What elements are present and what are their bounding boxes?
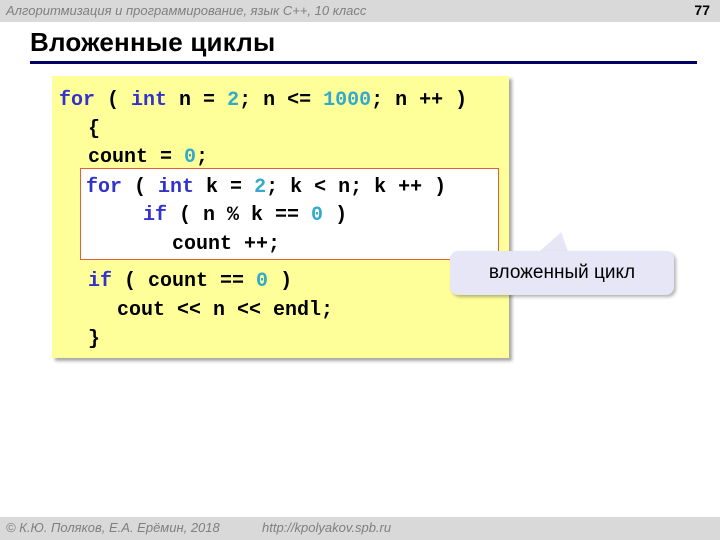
code-line-inner-for: for ( int k = 2; k < n; k ++ ) bbox=[86, 176, 446, 199]
code-text: ; bbox=[196, 146, 209, 169]
code-text: ; n ++ ) bbox=[371, 89, 468, 112]
code-text: count = bbox=[88, 146, 185, 169]
code-text: ( bbox=[95, 89, 132, 112]
code-line-cout: cout << n << endl; bbox=[117, 299, 334, 322]
site-url: http://kpolyakov.spb.ru bbox=[262, 520, 392, 535]
slide-title: Вложенные циклы bbox=[30, 27, 276, 57]
code-line-count-increment: count ++; bbox=[172, 233, 281, 256]
code-text: ; n <= bbox=[239, 89, 324, 112]
number-literal: 0 bbox=[256, 270, 269, 293]
course-title: Алгоритмизация и программирование, язык … bbox=[6, 3, 367, 18]
code-text: ( count == bbox=[112, 270, 257, 293]
keyword: for bbox=[86, 176, 123, 199]
code-line-open-brace: { bbox=[88, 118, 101, 141]
page-number: 77 bbox=[694, 2, 710, 18]
code-text: ) bbox=[323, 204, 348, 227]
keyword: int bbox=[158, 176, 195, 199]
keyword: if bbox=[143, 204, 168, 227]
number-literal: 0 bbox=[311, 204, 324, 227]
copyright-text: © К.Ю. Поляков, Е.А. Ерёмин, 2018 bbox=[6, 520, 220, 535]
code-line-outer-for: for ( int n = 2; n <= 1000; n ++ ) bbox=[59, 89, 467, 112]
code-text: ( bbox=[122, 176, 159, 199]
code-line-inner-if: if ( n % k == 0 ) bbox=[143, 204, 347, 227]
code-line-count-init: count = 0; bbox=[88, 146, 208, 169]
code-text: n = bbox=[167, 89, 228, 112]
callout-bubble: вложенный цикл bbox=[450, 251, 674, 295]
code-line-close-brace: } bbox=[88, 328, 101, 351]
keyword: if bbox=[88, 270, 113, 293]
keyword: for bbox=[59, 89, 96, 112]
footer-bar: © К.Ю. Поляков, Е.А. Ерёмин, 2018 http:/… bbox=[0, 517, 720, 540]
code-text: ; k < n; k ++ ) bbox=[266, 176, 447, 199]
number-literal: 2 bbox=[254, 176, 267, 199]
callout-text: вложенный цикл bbox=[488, 262, 636, 283]
title-underline bbox=[30, 61, 697, 64]
code-text: ( n % k == bbox=[167, 204, 312, 227]
code-line-outer-if: if ( count == 0 ) bbox=[88, 270, 292, 293]
code-text: ) bbox=[268, 270, 293, 293]
header-bar: Алгоритмизация и программирование, язык … bbox=[0, 0, 720, 22]
code-text: k = bbox=[194, 176, 255, 199]
keyword: int bbox=[131, 89, 168, 112]
number-literal: 1000 bbox=[323, 89, 372, 112]
number-literal: 2 bbox=[227, 89, 240, 112]
number-literal: 0 bbox=[184, 146, 197, 169]
